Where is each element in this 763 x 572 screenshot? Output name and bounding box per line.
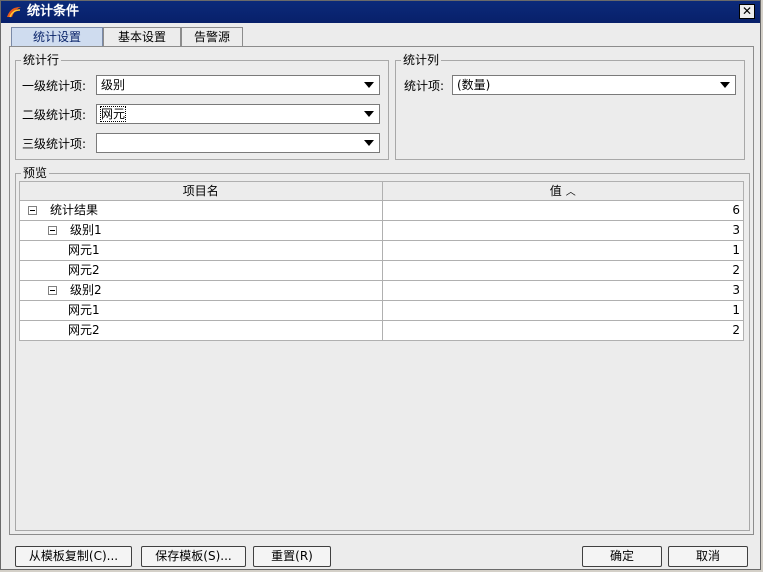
chevron-down-icon: [364, 140, 374, 146]
value-cell: 1: [382, 241, 744, 261]
row-label: 级别1: [70, 223, 102, 237]
tab-content-panel: 统计行 一级统计项: 级别 二级统计项: 网元 三级统计项: 统计列 统计项: …: [9, 46, 754, 535]
stat-item-select[interactable]: (数量): [452, 75, 736, 95]
table-row[interactable]: 网元2 2: [20, 261, 744, 281]
stat-row-group: 统计行 一级统计项: 级别 二级统计项: 网元 三级统计项:: [15, 53, 389, 160]
stat-col-group: 统计列 统计项: (数量): [395, 53, 745, 160]
value-cell: 3: [382, 221, 744, 241]
level2-value: 网元: [99, 106, 127, 122]
name-cell: 网元1: [20, 241, 383, 261]
column-header-label: 值: [549, 184, 562, 198]
tab-basic-settings[interactable]: 基本设置: [103, 27, 181, 47]
table-row[interactable]: 网元1 1: [20, 241, 744, 261]
close-icon: ✕: [741, 4, 753, 18]
stat-row-group-label: 统计行: [21, 53, 62, 67]
table-header: 项目名 值 ︿: [20, 181, 744, 201]
value-cell: 3: [382, 281, 744, 301]
value-cell: 6: [382, 201, 744, 221]
save-template-button[interactable]: 保存模板(S)...: [141, 546, 246, 567]
name-cell: 网元1: [20, 301, 383, 321]
level3-select[interactable]: [96, 133, 380, 153]
table-row[interactable]: 网元2 2: [20, 321, 744, 341]
ok-button[interactable]: 确定: [582, 546, 662, 567]
table-row[interactable]: 级别1 3: [20, 221, 744, 241]
title-bar[interactable]: 统计条件 ✕: [1, 1, 760, 23]
window-title: 统计条件: [27, 4, 80, 19]
row-label: 网元2: [68, 323, 100, 337]
collapse-icon[interactable]: [28, 206, 37, 215]
tab-label: 统计设置: [32, 30, 81, 44]
table-row[interactable]: 网元1 1: [20, 301, 744, 321]
name-cell: 级别2: [20, 281, 383, 301]
name-cell: 级别1: [20, 221, 383, 241]
name-cell: 统计结果: [20, 201, 383, 221]
value-cell: 2: [382, 261, 744, 281]
row-label: 网元1: [68, 303, 100, 317]
tab-label: 基本设置: [117, 30, 166, 44]
sort-ascending-icon: ︿: [565, 187, 576, 198]
level2-label: 二级统计项:: [22, 108, 87, 122]
stat-item-value: (数量): [457, 78, 491, 92]
collapse-icon[interactable]: [48, 286, 57, 295]
row-label: 网元1: [68, 243, 100, 257]
column-header-name[interactable]: 项目名: [20, 181, 383, 201]
chevron-down-icon: [364, 82, 374, 88]
column-header-value[interactable]: 值 ︿: [382, 181, 744, 201]
chevron-down-icon: [364, 111, 374, 117]
cancel-button[interactable]: 取消: [668, 546, 748, 567]
preview-group-label: 预览: [21, 166, 50, 180]
copy-from-template-button[interactable]: 从模板复制(C)...: [15, 546, 132, 567]
close-button[interactable]: ✕: [739, 4, 755, 19]
collapse-icon[interactable]: [48, 226, 57, 235]
row-label: 网元2: [68, 263, 100, 277]
table-row[interactable]: 统计结果 6: [20, 201, 744, 221]
level3-label: 三级统计项:: [22, 137, 87, 151]
dialog-window: 统计条件 ✕ 统计设置 基本设置 告警源 统计行 一级统计项: 级别 二级统计项…: [0, 0, 761, 570]
level2-select[interactable]: 网元: [96, 104, 380, 124]
tab-label: 告警源: [193, 30, 230, 44]
level1-value: 级别: [101, 78, 126, 92]
value-cell: 2: [382, 321, 744, 341]
value-cell: 1: [382, 301, 744, 321]
row-label: 统计结果: [50, 203, 99, 217]
chevron-down-icon: [720, 82, 730, 88]
name-cell: 网元2: [20, 261, 383, 281]
table-body: 统计结果 6 级别1 3 网元1 1 网元2 2 级别2 3 网元1 1 网元2 2: [20, 201, 744, 341]
stat-col-group-label: 统计列: [401, 53, 442, 67]
table-row[interactable]: 级别2 3: [20, 281, 744, 301]
name-cell: 网元2: [20, 321, 383, 341]
app-logo-icon: [7, 7, 21, 18]
level1-select[interactable]: 级别: [96, 75, 380, 95]
preview-tree-table[interactable]: 项目名 值 ︿ 统计结果 6 级别1 3 网元1 1 网元2 2 级别2 3 网元1 1 网元2 2: [19, 181, 744, 341]
row-label: 级别2: [70, 283, 102, 297]
tab-alarm-source[interactable]: 告警源: [181, 27, 243, 47]
level1-label: 一级统计项:: [22, 79, 87, 93]
tab-stat-settings[interactable]: 统计设置: [11, 27, 103, 47]
stat-item-label: 统计项:: [404, 79, 445, 93]
column-header-label: 项目名: [182, 184, 219, 198]
reset-button[interactable]: 重置(R): [253, 546, 331, 567]
